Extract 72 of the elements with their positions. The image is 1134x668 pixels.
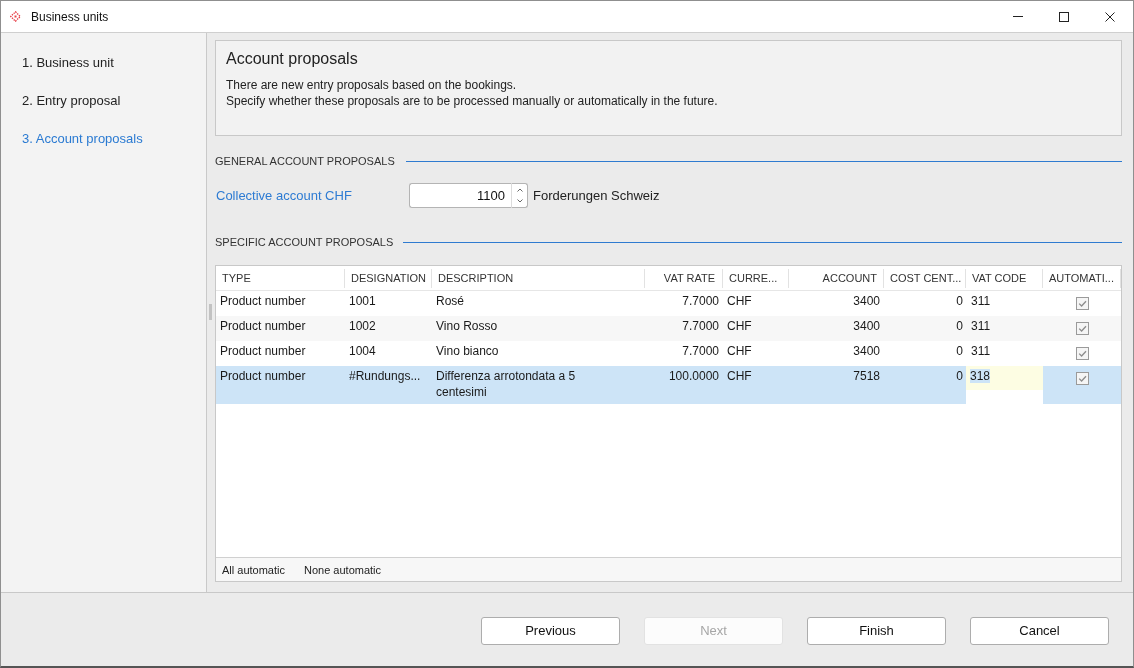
checkbox[interactable] <box>1075 297 1089 310</box>
wizard-button[interactable]: Cancel <box>970 617 1109 645</box>
minimize-icon <box>1013 16 1023 17</box>
diamond-icon <box>10 11 21 22</box>
table-cell-text: Product number <box>219 343 307 360</box>
table-cell-text: Vino bianco <box>435 343 500 360</box>
description-text: There are new entry proposals based on the bookings. <box>226 77 518 93</box>
table-cell-text: 7.7000 <box>681 318 720 335</box>
column-header[interactable]: COST CENT... <box>884 269 966 288</box>
table-cell-text: Rosé <box>435 293 465 310</box>
account-link[interactable]: Collective account CHF <box>216 187 352 204</box>
table-cell-text: 311 <box>970 343 992 360</box>
wizard-step[interactable]: 1. Business unit <box>22 55 114 71</box>
column-header[interactable]: DESIGNATION <box>345 269 432 288</box>
wizard-button[interactable]: Previous <box>481 617 620 645</box>
table-cell-text: 1001 <box>348 293 377 310</box>
column-header[interactable]: VAT CODE <box>966 269 1043 288</box>
column-header[interactable]: VAT RATE <box>645 269 723 288</box>
action-link[interactable]: None automatic <box>304 562 382 577</box>
table-cell-text: 7.7000 <box>681 343 720 360</box>
chevron-up-icon <box>516 187 523 192</box>
table-cell-text: Differenza arrotondata a 5 centesimi <box>435 368 577 401</box>
description-text: Specify whether these proposals are to be processed manually or automatically in the future. <box>226 93 719 109</box>
table-cell-text: CHF <box>726 368 753 385</box>
table-cell-text: 3400 <box>852 293 881 310</box>
spin-up-button[interactable] <box>511 183 528 196</box>
wizard-button[interactable]: Finish <box>807 617 946 645</box>
grip-icon[interactable] <box>209 304 212 320</box>
close-icon <box>1105 11 1115 22</box>
table-cell-text: #Rundungs... <box>348 368 422 385</box>
table-row[interactable]: Product number 1002 Vino Rosso 7.7000 CHF 3400 0 311 <box>216 316 1121 341</box>
table-cell-text: CHF <box>726 293 753 310</box>
table-cell-text: 0 <box>955 318 964 335</box>
checkbox[interactable] <box>1075 372 1089 385</box>
column-header[interactable]: AUTOMATI... <box>1043 269 1121 288</box>
table-cell-text: Product number <box>219 318 307 335</box>
table-cell-text: Product number <box>219 368 307 385</box>
table-cell-text: 100.0000 <box>667 368 720 385</box>
page-title: Account proposals <box>226 49 359 69</box>
account-number-field[interactable]: 1100 <box>409 183 511 208</box>
column-header[interactable]: TYPE <box>216 269 345 288</box>
table-cell-text: CHF <box>726 343 753 360</box>
checkbox[interactable] <box>1075 322 1089 335</box>
table-cell-text: 7518 <box>852 368 881 385</box>
window-title: Business units <box>31 8 109 26</box>
account-name: Forderungen Schweiz <box>533 187 660 204</box>
table-cell-text: 3400 <box>852 318 881 335</box>
wizard-step[interactable]: 2. Entry proposal <box>22 93 121 109</box>
wizard-step[interactable]: 3. Account proposals <box>22 131 143 147</box>
action-link[interactable]: All automatic <box>222 562 285 577</box>
table-cell-text: Vino Rosso <box>435 318 499 335</box>
chevron-down-icon <box>516 199 523 204</box>
table-cell-text: 7.7000 <box>681 293 720 310</box>
table-cell-text: 0 <box>955 343 964 360</box>
table-cell-text: 0 <box>955 368 964 385</box>
table-cell-text: 0 <box>955 293 964 310</box>
table-cell-text: CHF <box>726 318 753 335</box>
vat-code-field[interactable]: 318 <box>966 366 1043 404</box>
table-cell-text: 311 <box>970 318 992 335</box>
maximize-icon <box>1059 11 1069 22</box>
column-header[interactable]: DESCRIPTION <box>432 269 645 288</box>
table-cell-text: 311 <box>970 293 992 310</box>
table-row[interactable]: Product number #Rundungs... Differenza arrotondata a 5 centesimi 100.0000 CHF 7518 0 318 <box>216 366 1121 404</box>
section-title: SPECIFIC ACCOUNT PROPOSALS <box>215 235 394 249</box>
checkbox[interactable] <box>1075 347 1089 360</box>
section-title: GENERAL ACCOUNT PROPOSALS <box>215 154 395 168</box>
table-cell-text: 3400 <box>852 343 881 360</box>
table-cell-text: Product number <box>219 293 307 310</box>
column-header[interactable]: ACCOUNT <box>789 269 884 288</box>
table-cell-text: 1004 <box>348 343 377 360</box>
column-header[interactable]: CURRE... <box>723 269 789 288</box>
table-cell-text: 1002 <box>348 318 377 335</box>
